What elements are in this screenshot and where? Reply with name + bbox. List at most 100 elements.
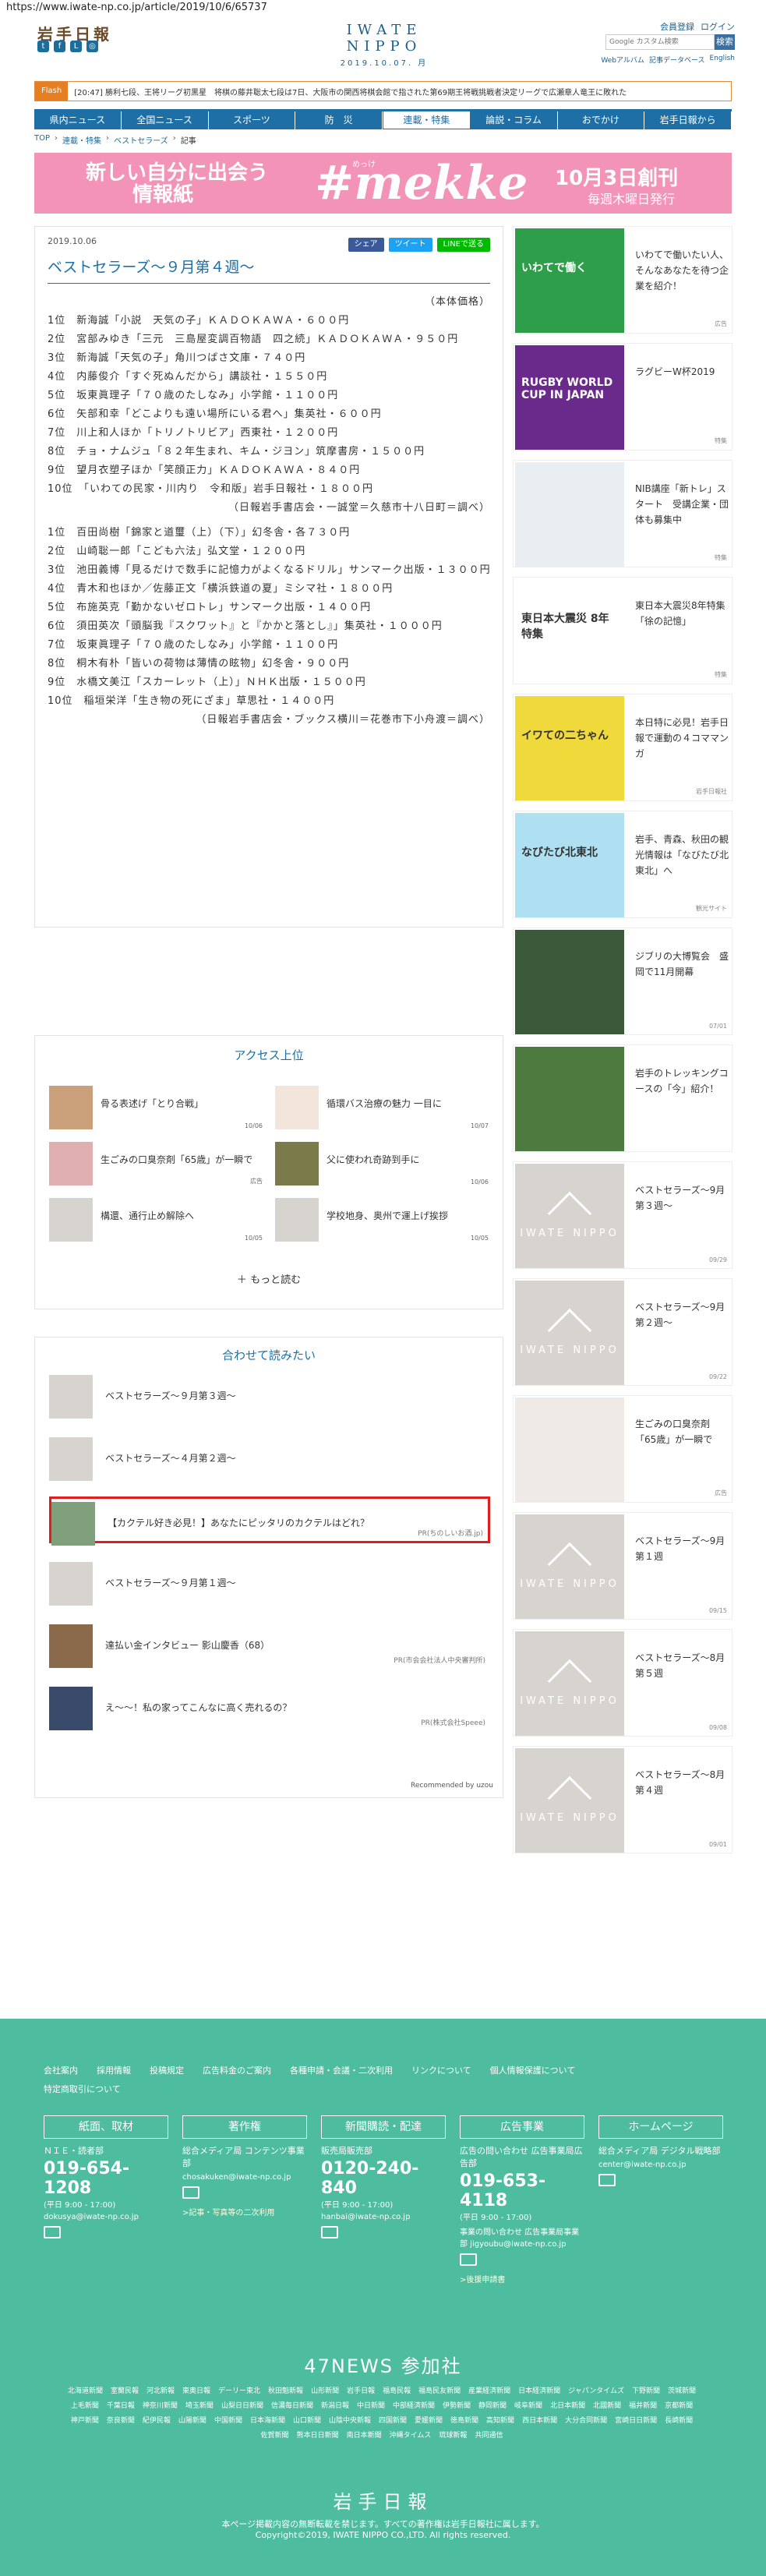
paper-link[interactable]: 長崎新聞 [665, 2415, 693, 2425]
related-item[interactable]: 達払い金インタビュー 影山慶香（68） PR(市会会社法人中央審判所) [49, 1621, 490, 1668]
paper-link[interactable]: 茨城新聞 [668, 2385, 696, 2395]
paper-link[interactable]: 伊勢新聞 [443, 2400, 471, 2410]
paper-link[interactable]: 福島民報 [383, 2385, 411, 2395]
paper-link[interactable]: 山口新聞 [293, 2415, 321, 2425]
paper-link[interactable]: 京都新聞 [665, 2400, 693, 2410]
footer-link[interactable]: 広告料金のご案内 [203, 2064, 271, 2076]
related-item[interactable]: 【カクテル好き必見！】あなたにピッタリのカクテルはどれ？ PR(ちのしいお酒.jp… [49, 1496, 490, 1546]
paper-link[interactable]: 南日本新聞 [347, 2429, 382, 2440]
paper-link[interactable]: 四国新聞 [379, 2415, 407, 2425]
search-input[interactable] [605, 34, 715, 50]
center-logo[interactable]: IWATE NIPPO 2019.10.07. 月 [306, 22, 462, 68]
more-link[interactable]: ＋ もっと読む [35, 1271, 503, 1286]
footer-link[interactable]: 個人情報保護について [490, 2064, 576, 2076]
paper-link[interactable]: 沖縄タイムス [390, 2429, 432, 2440]
footer-email[interactable]: center@iwate-np.co.jp [598, 2161, 723, 2169]
sidebar-item[interactable]: IWATE NIPPO ベストセラーズ～9月第２週～ 09/22 [513, 1278, 732, 1386]
related-item[interactable]: ベストセラーズ～９月第３週～ [49, 1372, 490, 1419]
paper-link[interactable]: 紀伊民報 [143, 2415, 171, 2425]
related-item[interactable]: ベストセラーズ～４月第２週～ [49, 1434, 490, 1481]
paper-link[interactable]: 室蘭民報 [111, 2385, 139, 2395]
browser-url[interactable]: https://www.iwate-np.co.jp/article/2019/… [0, 0, 766, 17]
sidebar-item[interactable]: 岩手のトレッキングコースの「今」紹介！ [513, 1044, 732, 1152]
footer-phone[interactable]: 019-654-1208 [44, 2159, 168, 2198]
facebook-share-button[interactable]: シェア [348, 238, 384, 252]
line-icon[interactable]: L [70, 41, 82, 52]
footer-link[interactable]: 特定商取引について [44, 2083, 121, 2095]
paper-link[interactable]: 北日本新聞 [550, 2400, 585, 2410]
paper-link[interactable]: デーリー東北 [218, 2385, 260, 2395]
footer-link[interactable]: 採用情報 [97, 2064, 131, 2076]
nav-item-outing[interactable]: おでかけ [557, 111, 645, 129]
breadcrumb-top[interactable]: TOP [34, 134, 50, 146]
sidebar-item[interactable]: ジブリの大博覧会 盛岡で11月開幕 07/01 [513, 928, 732, 1035]
footer-phone[interactable]: 0120-240-840 [321, 2159, 446, 2198]
paper-link[interactable]: 北國新聞 [593, 2400, 621, 2410]
paper-link[interactable]: 山陽新聞 [178, 2415, 207, 2425]
sidebar-item[interactable]: 東日本大震災 8年特集 東日本大震災8年特集「徐の記憶」 特集 [513, 577, 732, 684]
footer-email[interactable]: hanbai@iwate-np.co.jp [321, 2213, 446, 2221]
recommended-by[interactable]: Recommended by uzou [411, 1782, 493, 1790]
paper-link[interactable]: 新潟日報 [321, 2400, 349, 2410]
footer-column-heading[interactable]: 広告事業 [460, 2115, 584, 2139]
access-item[interactable]: 父に使われ奇跡到手に 10/06 [275, 1142, 489, 1186]
paper-link[interactable]: 共同通信 [475, 2429, 503, 2440]
paper-link[interactable]: 大分合同新聞 [565, 2415, 607, 2425]
nav-item-sports[interactable]: スポーツ [208, 111, 296, 129]
paper-link[interactable]: 西日本新聞 [522, 2415, 557, 2425]
web-album-link[interactable]: Webアルバム [601, 55, 644, 65]
breadcrumb-bestsellers[interactable]: ベストセラーズ [114, 134, 168, 146]
paper-link[interactable]: 徳島新聞 [450, 2415, 478, 2425]
sidebar-item[interactable]: なびたび北東北 岩手、青森、秋田の観光情報は「なびたび北東北」へ 観光サイト [513, 811, 732, 918]
english-link[interactable]: English [710, 55, 736, 65]
paper-link[interactable]: 愛媛新聞 [415, 2415, 443, 2425]
access-item[interactable]: 学校地身、奥州で運上げ挨拶 10/05 [275, 1198, 489, 1242]
paper-link[interactable]: 信濃毎日新聞 [271, 2400, 313, 2410]
nav-item-disaster[interactable]: 防 災 [295, 111, 383, 129]
news-db-link[interactable]: 記事データベース [649, 55, 705, 65]
facebook-icon[interactable]: f [54, 41, 65, 52]
instagram-icon[interactable]: ◎ [86, 41, 98, 52]
paper-link[interactable]: 奈良新聞 [107, 2415, 135, 2425]
paper-link[interactable]: 宮崎日日新聞 [615, 2415, 657, 2425]
sidebar-item[interactable]: IWATE NIPPO ベストセラーズ～9月第１週 09/15 [513, 1512, 732, 1620]
nav-item-national[interactable]: 全国ニュース [121, 111, 209, 129]
nav-item-local[interactable]: 県内ニュース [34, 111, 122, 129]
paper-link[interactable]: 北海道新聞 [68, 2385, 103, 2395]
twitter-share-button[interactable]: ツイート [388, 238, 432, 252]
sidebar-item[interactable]: いわてで働く いわてで働いたい人、そんなあなたを待つ企業を紹介！ 広告 [513, 226, 732, 334]
sidebar-item[interactable]: RUGBY WORLD CUP IN JAPAN ラグビーW杯2019 特集 [513, 343, 732, 451]
breadcrumb-features[interactable]: 連載・特集 [62, 134, 101, 146]
sidebar-item[interactable]: IWATE NIPPO ベストセラーズ～8月第５週 09/08 [513, 1629, 732, 1737]
login-link[interactable]: ログイン [701, 20, 735, 33]
paper-link[interactable]: 岐阜新聞 [514, 2400, 542, 2410]
register-link[interactable]: 会員登録 [660, 20, 694, 33]
paper-link[interactable]: 中日新聞 [357, 2400, 385, 2410]
line-share-button[interactable]: LINEで送る [436, 238, 490, 252]
paper-link[interactable]: 福井新聞 [629, 2400, 657, 2410]
paper-link[interactable]: 東奥日報 [182, 2385, 210, 2395]
paper-link[interactable]: 神奈川新聞 [143, 2400, 178, 2410]
access-item[interactable]: 構還、通行止め解除へ 10/05 [49, 1198, 263, 1242]
paper-link[interactable]: ジャパンタイムズ [568, 2385, 624, 2395]
paper-link[interactable]: 埼玉新聞 [185, 2400, 214, 2410]
paper-link[interactable]: 神戸新聞 [71, 2415, 99, 2425]
footer-column-heading[interactable]: 新聞購読・配達 [321, 2115, 446, 2139]
paper-link[interactable]: 中国新聞 [214, 2415, 242, 2425]
footer-column-heading[interactable]: ホームページ [598, 2115, 723, 2139]
sidebar-item[interactable]: IWATE NIPPO ベストセラーズ～8月第４週 09/01 [513, 1746, 732, 1853]
search-button[interactable]: 検索 [715, 34, 735, 50]
nav-item-from-nippo[interactable]: 岩手日報から [644, 111, 732, 129]
footer-sub-link[interactable]: >後援申請書 [460, 2273, 584, 2284]
access-item[interactable]: 骨る表述げ「とり合戦」 10/06 [49, 1086, 263, 1129]
twitter-icon[interactable]: t [37, 41, 49, 52]
paper-link[interactable]: 日本海新聞 [250, 2415, 285, 2425]
paper-link[interactable]: 日本経済新聞 [518, 2385, 560, 2395]
related-item[interactable]: ベストセラーズ～９月第１週～ [49, 1559, 490, 1606]
nav-item-column[interactable]: 論説・コラム [470, 111, 558, 129]
footer-link[interactable]: 各種申請・会議・二次利用 [290, 2064, 393, 2076]
paper-link[interactable]: 上毛新聞 [71, 2400, 99, 2410]
paper-link[interactable]: 岩手日報 [347, 2385, 375, 2395]
mail-icon[interactable] [182, 2186, 199, 2199]
news-ticker[interactable]: Flash [20:47] 勝利七段、王将リーグ初黒星 将棋の藤井聡太七段は7日… [34, 81, 732, 101]
